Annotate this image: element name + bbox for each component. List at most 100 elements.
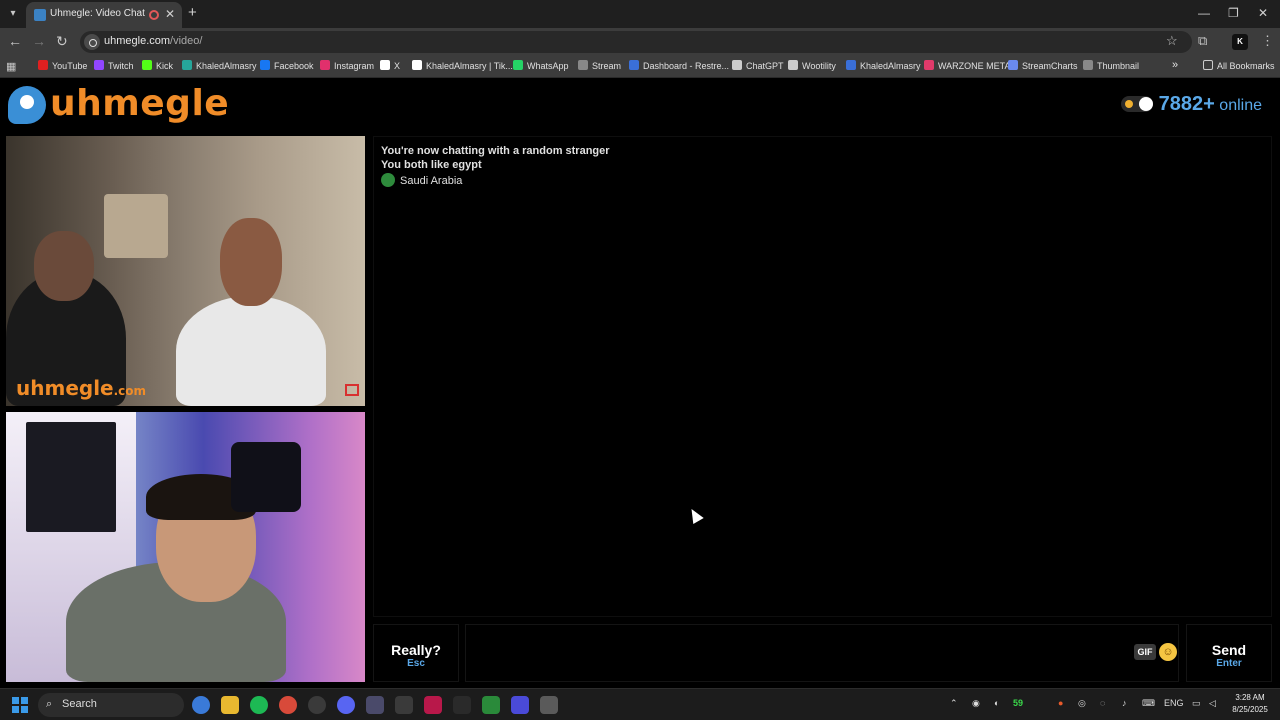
all-bookmarks[interactable]: All Bookmarks [1203,60,1275,74]
app-icon[interactable] [395,696,413,714]
volume-icon[interactable]: ◁ [1209,698,1216,709]
bookmark-label: Thumbnail [1097,61,1140,71]
restore-icon[interactable]: ❐ [1228,6,1239,20]
bookmark-item[interactable]: KhaledAlmasry | Tik... [412,60,513,74]
system-message: You both like egypt [381,159,482,171]
game-icon[interactable] [482,696,500,714]
bookmark-item[interactable]: Stream [578,60,621,74]
wall-art [104,194,168,258]
language-indicator[interactable]: ENG [1164,698,1184,708]
valorant-icon[interactable] [424,696,442,714]
flag-icon [381,173,395,187]
discord-icon[interactable] [337,696,355,714]
bookmark-item[interactable]: Twitch [94,60,134,74]
tray-app-icon[interactable]: ◎ [1078,698,1086,709]
extensions-icon[interactable]: ⧉ [1198,33,1207,49]
bookmark-item[interactable]: KhaledAlmasry [846,60,921,74]
reload-icon[interactable]: ↻ [56,33,68,50]
bookmark-icon [732,60,742,70]
bookmark-label: Kick [156,61,174,71]
keyboard-icon[interactable]: ⌨ [1142,698,1155,709]
tab-active[interactable]: Uhmegle: Video Chat | Ome ✕ [26,2,182,28]
omnibox[interactable]: uhmegle.com/video/ ☆ [80,31,1192,53]
stranger-video: uhmegle.com [6,136,365,406]
tab-search-icon[interactable]: ▾ [4,5,22,23]
system-message: You're now chatting with a random strang… [381,145,610,157]
settings-icon[interactable] [540,696,558,714]
bookmark-item[interactable]: YouTube [38,60,87,74]
bookmark-icon [260,60,270,70]
clock[interactable]: 3:28 AM 8/25/2025 [1224,692,1276,716]
bookmark-item[interactable]: Kick [142,60,173,74]
bookmark-icon [578,60,588,70]
bookmark-item[interactable]: Dashboard - Restre... [629,60,729,74]
tray-app-icon[interactable]: ● [1058,698,1063,708]
bookmark-star-icon[interactable]: ☆ [1166,33,1178,49]
person-shirt [176,296,326,406]
url-text[interactable]: uhmegle.com/video/ [104,35,202,47]
chrome-icon[interactable] [279,696,297,714]
tab-title: Uhmegle: Video Chat | Ome [50,8,146,19]
spotify-icon[interactable] [250,696,268,714]
more-bookmarks-icon[interactable]: » [1172,59,1178,73]
send-button[interactable]: Send Enter [1186,624,1272,682]
bookmark-icon [142,60,152,70]
bookmark-item[interactable]: WhatsApp [513,60,569,74]
message-input[interactable] [465,624,1179,682]
bookmark-item[interactable]: Facebook [260,60,314,74]
menu-icon[interactable]: ⋮ [1261,33,1274,49]
bookmark-item[interactable]: Instagram [320,60,374,74]
site-info-icon[interactable] [84,34,100,50]
app-icon[interactable] [308,696,326,714]
close-tab-icon[interactable]: ✕ [165,7,175,21]
controller-icon[interactable] [511,696,529,714]
profile-avatar[interactable]: K [1232,34,1248,50]
apps-icon[interactable]: ▦ [6,60,16,73]
app-icon[interactable] [366,696,384,714]
back-icon[interactable]: ← [8,33,22,49]
taskbar: ⌕ Search ⌃ ◉ ◐ 59 ● ◎ ◌ ♪ ⌨ ENG ▭ ◁ 3:28… [0,688,1280,720]
bookmark-item[interactable]: ChatGPT [732,60,784,74]
bookmark-item[interactable]: Wootility [788,60,836,74]
person-head [220,218,282,306]
bookmark-item[interactable]: X [380,60,400,74]
forward-icon[interactable]: → [32,33,46,49]
recording-icon [149,10,159,20]
tray-app-icon[interactable]: ◌ [1100,698,1105,708]
microphone-icon[interactable]: ♪ [1122,698,1127,708]
start-icon[interactable] [12,697,28,713]
toggle-knob [1138,97,1153,111]
tray-overflow-icon[interactable]: ⌃ [950,698,958,709]
game-icon[interactable] [453,696,471,714]
discord-tray-icon[interactable]: ◉ [972,698,980,709]
emoji-icon[interactable]: ☺ [1159,643,1177,661]
new-tab-icon[interactable]: + [188,4,197,21]
bookmark-label: WARZONE META [938,61,1011,71]
favicon-icon [34,9,46,21]
self-video [6,412,365,682]
online-counter: 7882+ online [1120,93,1262,117]
taskbar-search[interactable]: ⌕ Search [38,693,184,717]
tray-app-icon[interactable]: ◐ [994,698,999,708]
bookmark-label: Wootility [802,61,836,71]
skip-button[interactable]: Really? Esc [373,624,459,682]
sun-icon [1124,100,1133,108]
close-window-icon[interactable]: ✕ [1258,6,1268,20]
bookmark-label: Dashboard - Restre... [643,61,730,71]
file-explorer-icon[interactable] [221,696,239,714]
bookmark-item[interactable]: KhaledAlmasry [182,60,257,74]
bookmark-item[interactable]: WARZONE META [924,60,1011,74]
bookmark-item[interactable]: Thumbnail [1083,60,1139,74]
bookmark-item[interactable]: StreamCharts [1008,60,1078,74]
report-icon[interactable] [345,384,359,396]
theme-toggle[interactable] [1120,96,1153,112]
chat-log: You're now chatting with a random strang… [373,136,1272,617]
display-icon[interactable]: ▭ [1192,698,1201,709]
bookmark-icon [320,60,330,70]
bookmark-label: KhaledAlmasry [860,61,921,71]
gif-button[interactable]: GIF [1134,644,1156,660]
folder-icon [1203,60,1213,70]
copilot-icon[interactable] [192,696,210,714]
bookmark-label: Twitch [108,61,134,71]
minimize-icon[interactable]: — [1198,6,1210,20]
